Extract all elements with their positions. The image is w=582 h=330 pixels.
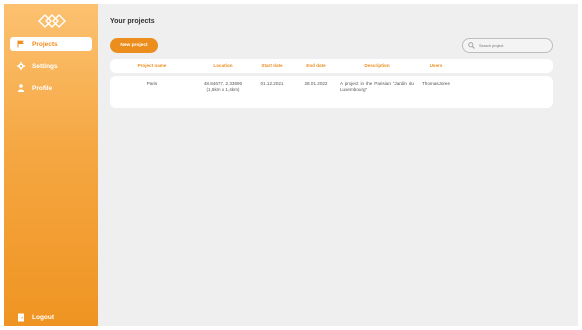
search-icon bbox=[468, 42, 475, 49]
new-project-button[interactable]: New project bbox=[110, 38, 158, 53]
flag-icon bbox=[16, 39, 26, 49]
project-name-cell: Paris bbox=[146, 81, 158, 86]
logo-icon bbox=[38, 14, 66, 28]
sidebar-item-settings[interactable]: Settings bbox=[10, 59, 92, 73]
column-header-description[interactable]: Description bbox=[340, 63, 414, 69]
page-title: Your projects bbox=[110, 18, 155, 25]
logout-label: Logout bbox=[32, 313, 55, 321]
column-header-start-date[interactable]: Start date bbox=[252, 63, 292, 69]
column-header-end-date[interactable]: End date bbox=[296, 63, 336, 69]
column-header-location[interactable]: Location bbox=[188, 63, 258, 69]
users-cell: ThomasJoree bbox=[421, 81, 451, 86]
search-input[interactable] bbox=[479, 43, 549, 48]
table-header: Project name Location Start date End dat… bbox=[110, 59, 553, 73]
door-icon bbox=[16, 312, 26, 322]
column-header-users[interactable]: Users bbox=[416, 63, 456, 69]
app-window: Projects Settings Profile Logout Your pr… bbox=[4, 4, 578, 326]
column-header-project-name[interactable]: Project name bbox=[126, 63, 178, 69]
sidebar-item-profile[interactable]: Profile bbox=[10, 81, 92, 95]
main-content: Your projects New project Project name L… bbox=[98, 4, 578, 326]
sidebar-item-label: Projects bbox=[32, 40, 58, 48]
sidebar-item-label: Settings bbox=[32, 62, 58, 70]
gear-icon bbox=[16, 61, 26, 71]
end-date-cell: 28.01.2022 bbox=[304, 81, 328, 86]
sidebar-item-label: Profile bbox=[32, 84, 53, 92]
start-date-cell: 01.12.2021 bbox=[260, 81, 284, 86]
sidebar-item-projects[interactable]: Projects bbox=[10, 37, 92, 51]
person-icon bbox=[16, 83, 26, 93]
logout-button[interactable]: Logout bbox=[10, 310, 92, 324]
description-cell: A project in the Parisian "Jardin du Lux… bbox=[340, 81, 414, 93]
location-cell: 48.84677, 2.33690 (1,5km x 1,4km) bbox=[188, 81, 258, 93]
sidebar: Projects Settings Profile Logout bbox=[4, 4, 98, 326]
search-box[interactable] bbox=[462, 38, 553, 53]
table-row[interactable]: Paris 48.84677, 2.33690 (1,5km x 1,4km) … bbox=[110, 76, 553, 108]
location-size: (1,5km x 1,4km) bbox=[206, 87, 240, 93]
